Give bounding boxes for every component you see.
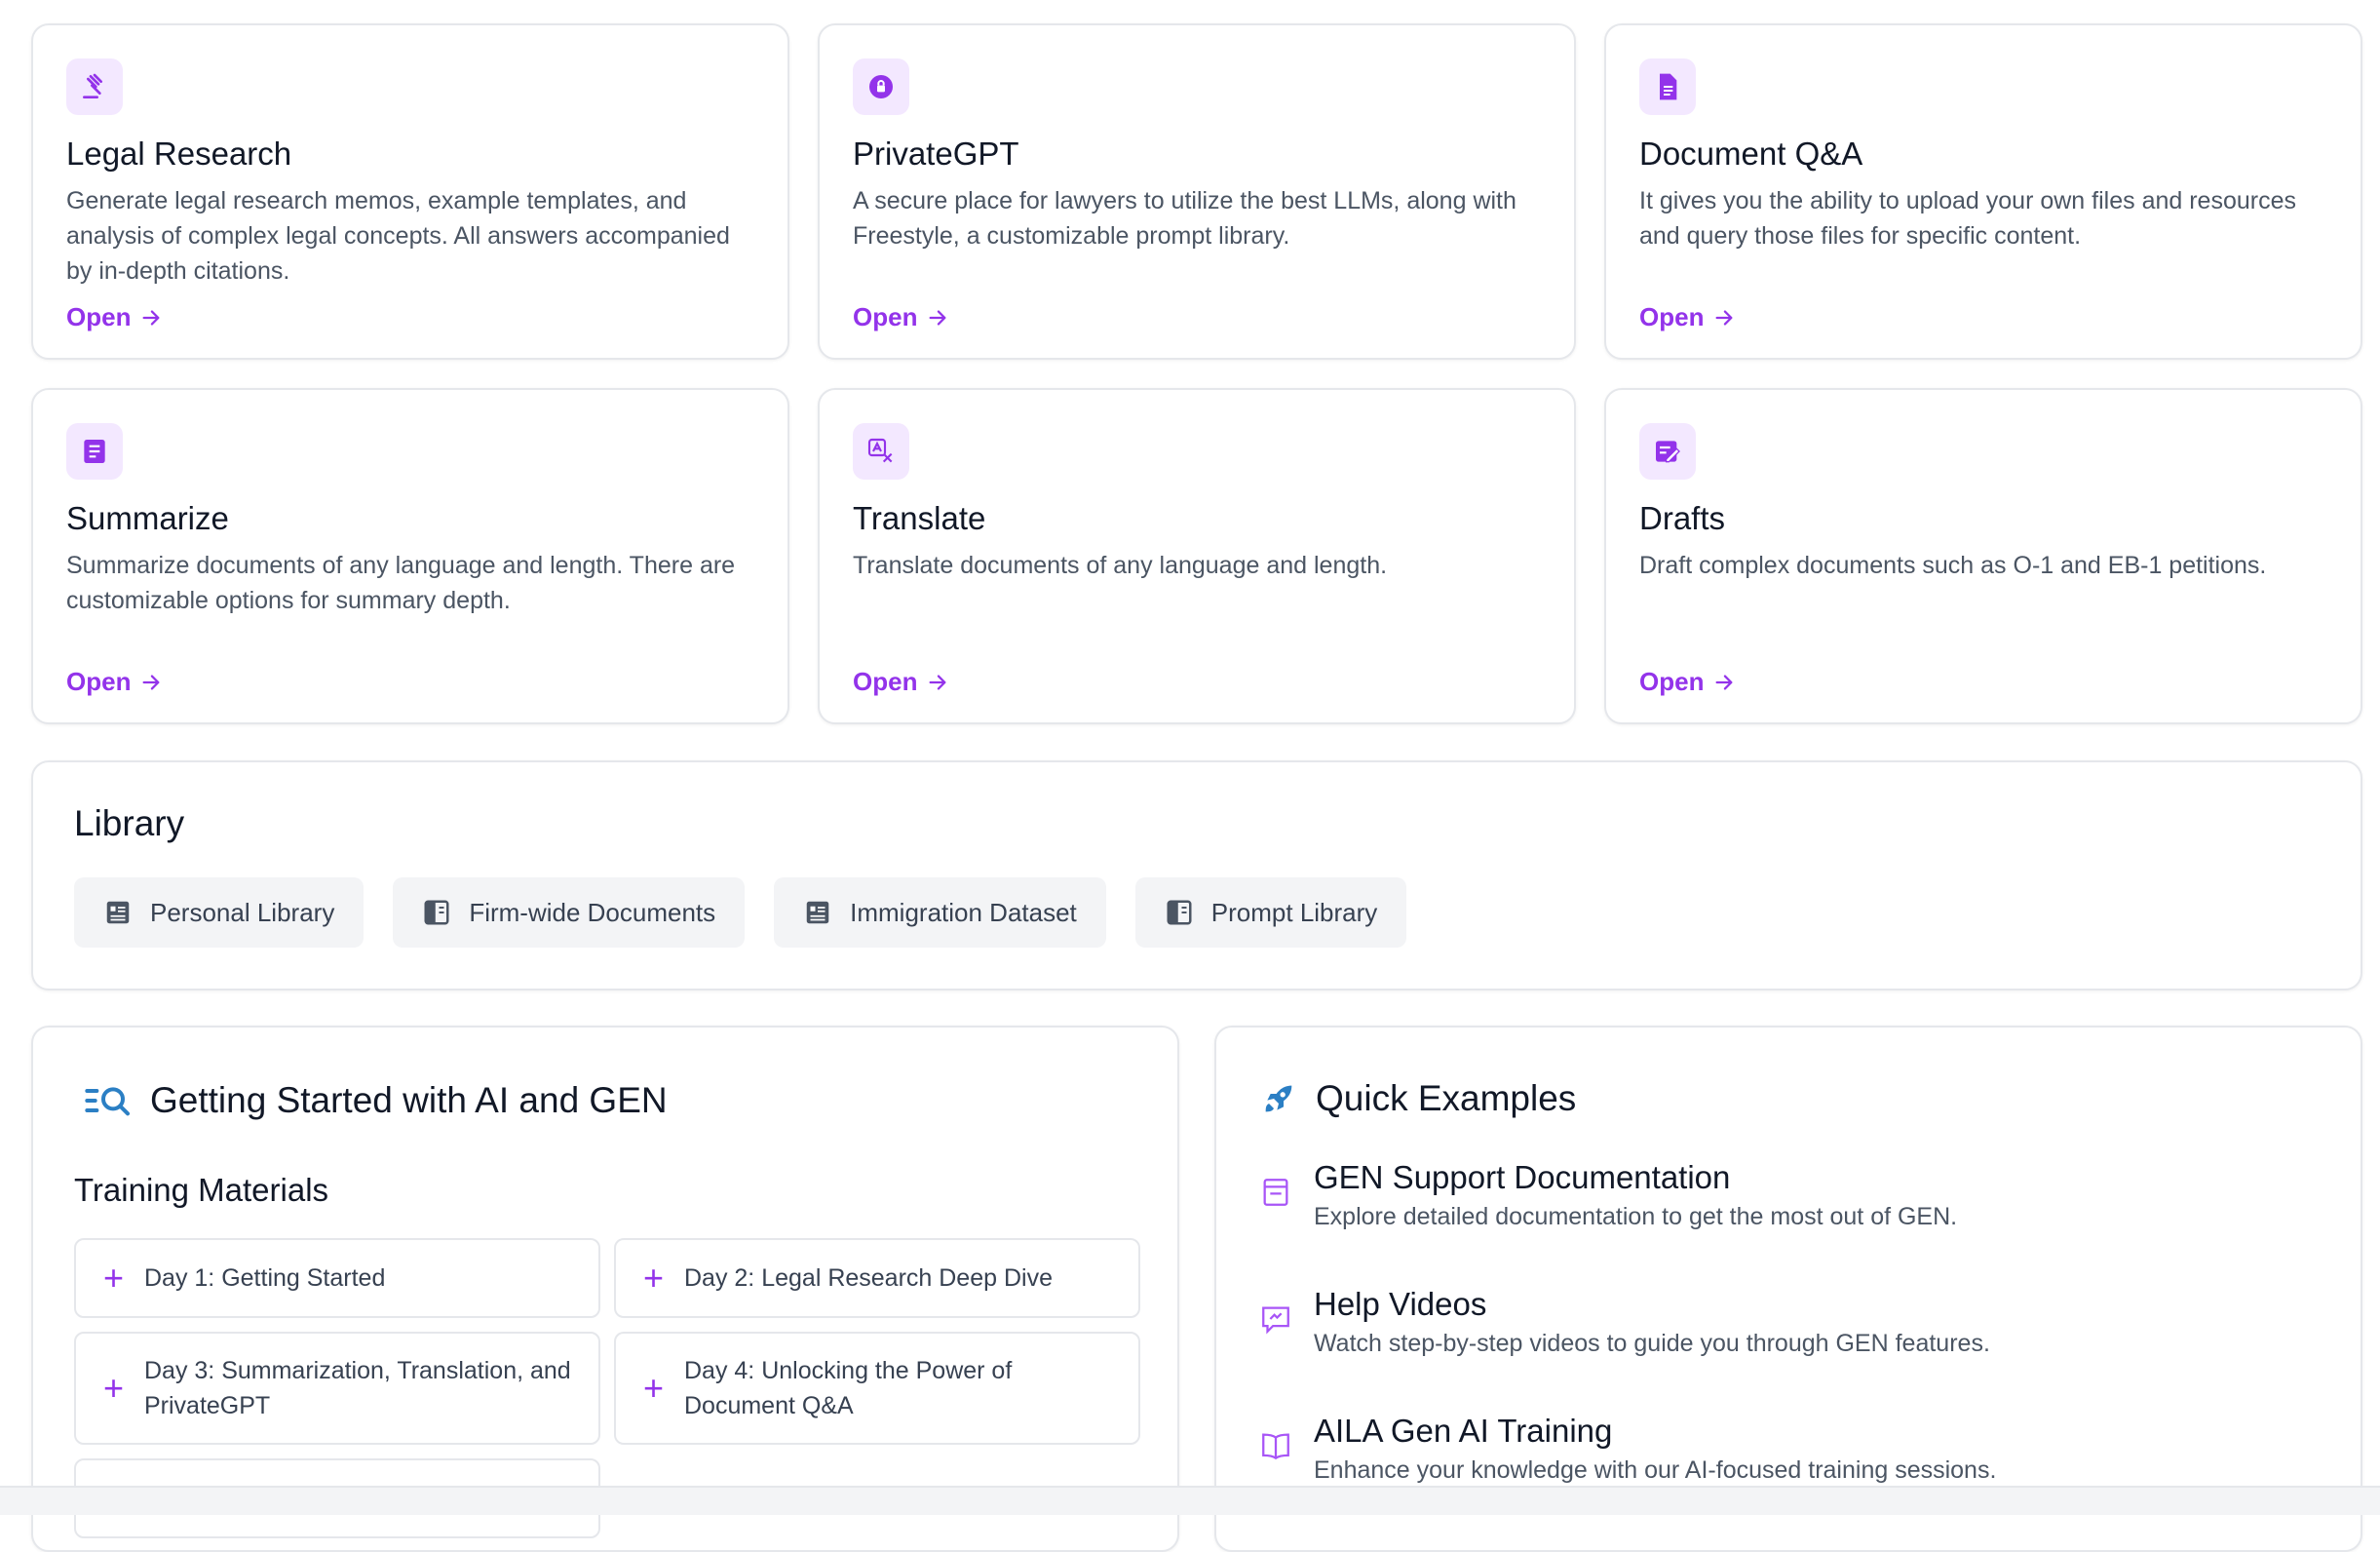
open-label: Open bbox=[853, 302, 918, 331]
getting-started-panel: Getting Started with AI and GEN Training… bbox=[31, 1026, 1179, 1552]
plus-icon: + bbox=[103, 1258, 125, 1298]
book-icon bbox=[1167, 900, 1192, 925]
library-buttons: Personal Library Firm-wide Documents Imm… bbox=[74, 877, 1407, 948]
tool-title: Legal Research bbox=[66, 136, 292, 172]
arrow-right-icon bbox=[1715, 309, 1733, 326]
open-link[interactable]: Open bbox=[66, 302, 162, 332]
tool-title: Translate bbox=[853, 500, 986, 536]
tool-card-document-qa[interactable]: Document Q&A It gives you the ability to… bbox=[1604, 23, 2362, 360]
training-item-day-3[interactable]: + Day 3: Summarization, Translation, and… bbox=[74, 1332, 600, 1445]
quick-example-description: Watch step-by-step videos to guide you t… bbox=[1314, 1330, 1990, 1357]
article-icon bbox=[806, 901, 829, 924]
tool-description: Translate documents of any language and … bbox=[853, 552, 1388, 579]
quick-example-aila-training[interactable]: AILA Gen AI Training Enhance your knowle… bbox=[1259, 1412, 1996, 1488]
tool-card-translate[interactable]: Translate Translate documents of any lan… bbox=[818, 388, 1576, 724]
training-item-day-4[interactable]: + Day 4: Unlocking the Power of Document… bbox=[614, 1332, 1140, 1445]
plus-icon: + bbox=[643, 1258, 665, 1298]
quick-example-description: Enhance your knowledge with our AI-focus… bbox=[1314, 1456, 1997, 1484]
tool-title: Summarize bbox=[66, 500, 229, 536]
firm-wide-documents-button[interactable]: Firm-wide Documents bbox=[393, 877, 746, 948]
tool-description: Generate legal research memos, example t… bbox=[66, 187, 730, 285]
open-label: Open bbox=[66, 667, 132, 696]
training-item-day-2[interactable]: + Day 2: Legal Research Deep Dive bbox=[614, 1238, 1140, 1318]
tool-card-privategpt[interactable]: PrivateGPT A secure place for lawyers to… bbox=[818, 23, 1576, 360]
personal-library-button[interactable]: Personal Library bbox=[74, 877, 365, 948]
button-label: Immigration Dataset bbox=[850, 897, 1077, 927]
immigration-dataset-button[interactable]: Immigration Dataset bbox=[774, 877, 1106, 948]
tool-description: A secure place for lawyers to utilize th… bbox=[853, 187, 1516, 250]
bottom-bar bbox=[0, 1486, 2380, 1515]
tool-card-drafts[interactable]: Drafts Draft complex documents such as O… bbox=[1604, 388, 2362, 724]
translate-icon bbox=[853, 423, 909, 480]
plus-icon: + bbox=[103, 1368, 125, 1408]
open-link[interactable]: Open bbox=[66, 667, 162, 697]
training-item-label: Day 2: Legal Research Deep Dive bbox=[684, 1264, 1053, 1292]
quick-example-title: AILA Gen AI Training bbox=[1314, 1413, 1613, 1449]
tool-title: Document Q&A bbox=[1639, 136, 1863, 172]
open-link[interactable]: Open bbox=[853, 302, 948, 332]
article-icon bbox=[106, 901, 130, 924]
tool-title: Drafts bbox=[1639, 500, 1726, 536]
open-label: Open bbox=[853, 667, 918, 696]
gavel-icon bbox=[66, 58, 123, 115]
quick-examples-panel: Quick Examples GEN Support Documentation… bbox=[1214, 1026, 2362, 1552]
library-title: Library bbox=[74, 803, 185, 843]
prompt-library-button[interactable]: Prompt Library bbox=[1134, 877, 1407, 948]
tool-description: Draft complex documents such as O-1 and … bbox=[1639, 552, 2267, 579]
quick-example-support-docs[interactable]: GEN Support Documentation Explore detail… bbox=[1259, 1158, 1957, 1234]
tool-card-summarize[interactable]: Summarize Summarize documents of any lan… bbox=[31, 388, 789, 724]
quick-examples-title: Quick Examples bbox=[1316, 1078, 1577, 1118]
book-icon bbox=[424, 900, 449, 925]
library-panel: Library Personal Library Firm-wide Docum… bbox=[31, 760, 2362, 990]
getting-started-header: Getting Started with AI and GEN bbox=[84, 1080, 668, 1121]
button-label: Firm-wide Documents bbox=[469, 897, 716, 927]
quick-examples-header: Quick Examples bbox=[1259, 1078, 1576, 1119]
tool-description: Summarize documents of any language and … bbox=[66, 552, 736, 614]
rocket-icon bbox=[1265, 1085, 1292, 1112]
arrow-right-icon bbox=[929, 309, 946, 326]
quick-example-title: Help Videos bbox=[1314, 1286, 1487, 1322]
open-label: Open bbox=[1639, 667, 1705, 696]
training-item-label: Day 3: Summarization, Translation, and P… bbox=[144, 1357, 571, 1419]
tool-description: It gives you the ability to upload your … bbox=[1639, 187, 2296, 250]
quick-example-description: Explore detailed documentation to get th… bbox=[1314, 1203, 1958, 1230]
open-label: Open bbox=[1639, 302, 1705, 331]
training-materials-title: Training Materials bbox=[74, 1172, 329, 1208]
button-label: Prompt Library bbox=[1210, 897, 1378, 927]
edit-note-icon bbox=[1639, 423, 1696, 480]
lock-chat-icon bbox=[853, 58, 909, 115]
arrow-right-icon bbox=[142, 674, 160, 690]
tool-title: PrivateGPT bbox=[853, 136, 1019, 172]
document-outline-icon bbox=[1263, 1179, 1288, 1206]
tool-card-legal-research[interactable]: Legal Research Generate legal research m… bbox=[31, 23, 789, 360]
quick-example-help-videos[interactable]: Help Videos Watch step-by-step videos to… bbox=[1259, 1285, 1990, 1361]
arrow-right-icon bbox=[929, 674, 946, 690]
arrow-right-icon bbox=[1715, 674, 1733, 690]
training-item-label: Day 4: Unlocking the Power of Document Q… bbox=[684, 1357, 1013, 1419]
summary-icon bbox=[66, 423, 123, 480]
open-link[interactable]: Open bbox=[853, 667, 948, 697]
training-item-label: Day 1: Getting Started bbox=[144, 1264, 386, 1292]
getting-started-title: Getting Started with AI and GEN bbox=[150, 1080, 668, 1120]
training-item-day-1[interactable]: + Day 1: Getting Started bbox=[74, 1238, 600, 1318]
search-list-icon bbox=[85, 1087, 130, 1116]
plus-icon: + bbox=[643, 1368, 665, 1408]
button-label: Personal Library bbox=[150, 897, 335, 927]
quick-example-title: GEN Support Documentation bbox=[1314, 1159, 1731, 1195]
document-icon bbox=[1639, 58, 1696, 115]
arrow-right-icon bbox=[142, 309, 160, 326]
open-link[interactable]: Open bbox=[1639, 667, 1735, 697]
open-book-icon bbox=[1262, 1433, 1289, 1460]
chat-outline-icon bbox=[1262, 1306, 1289, 1335]
open-label: Open bbox=[66, 302, 132, 331]
open-link[interactable]: Open bbox=[1639, 302, 1735, 332]
